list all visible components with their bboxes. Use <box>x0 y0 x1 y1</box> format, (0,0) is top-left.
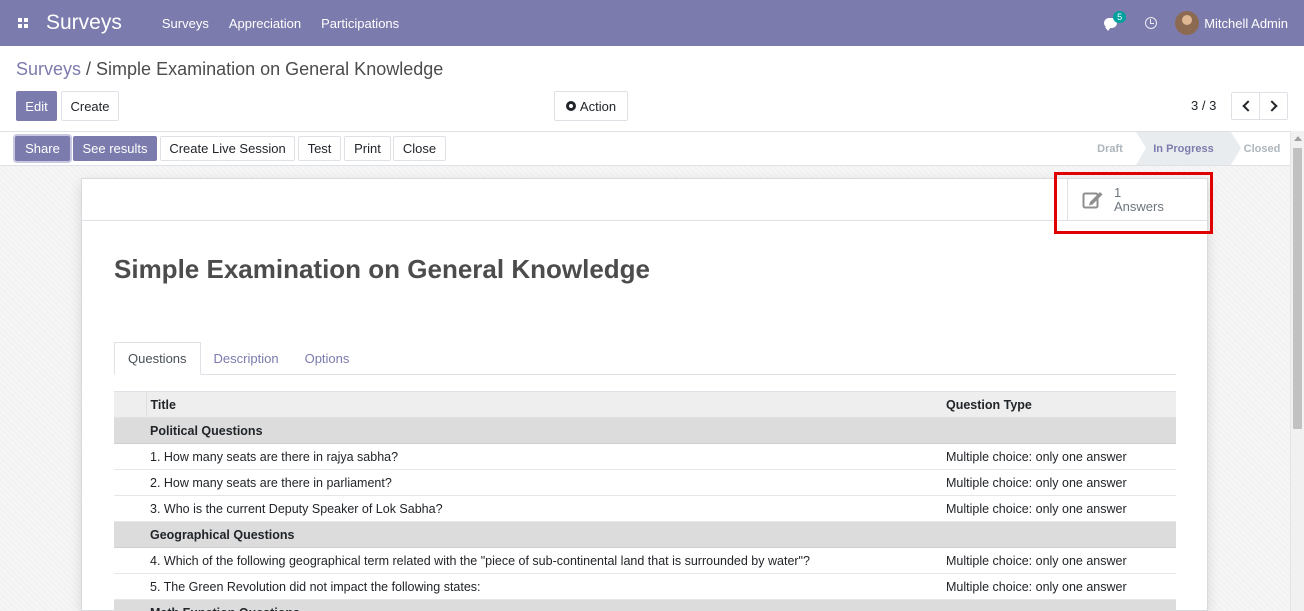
answers-stat-button[interactable]: 1 Answers <box>1067 179 1207 221</box>
see-results-button[interactable]: See results <box>73 136 157 161</box>
smart-button-box: 1 Answers <box>82 179 1207 221</box>
action-dropdown-button[interactable]: Action <box>554 91 628 121</box>
row-extra-cell <box>1166 417 1176 444</box>
row-extra-cell <box>1166 573 1176 600</box>
status-stages: Draft In Progress Closed <box>1084 132 1293 165</box>
activity-clock-icon[interactable] <box>1145 17 1158 29</box>
answers-label: Answers <box>1114 199 1164 214</box>
section-row[interactable]: Political Questions <box>114 417 1176 444</box>
row-title-cell[interactable]: Geographical Questions <box>146 521 942 548</box>
column-header-title[interactable]: Title <box>146 391 942 418</box>
app-brand[interactable]: Surveys <box>46 11 122 35</box>
row-extra-cell <box>1166 495 1176 522</box>
stage-draft[interactable]: Draft <box>1084 132 1136 165</box>
user-avatar[interactable] <box>1175 11 1200 35</box>
breadcrumb-current: Simple Examination on General Knowledge <box>96 59 444 79</box>
breadcrumb-surveys-link[interactable]: Surveys <box>16 59 81 79</box>
row-title-cell[interactable]: 5. The Green Revolution did not impact t… <box>146 573 942 600</box>
row-type-cell[interactable] <box>942 521 1166 548</box>
pager-value[interactable]: 3 / 3 <box>1191 98 1216 113</box>
form-statusbar: Share See results Create Live Session Te… <box>0 131 1304 166</box>
table-row[interactable]: 5. The Green Revolution did not impact t… <box>114 573 1176 600</box>
row-title-cell[interactable]: 1. How many seats are there in rajya sab… <box>146 443 942 470</box>
close-button[interactable]: Close <box>393 136 446 161</box>
row-title-cell[interactable]: 4. Which of the following geographical t… <box>146 547 942 574</box>
row-title-cell[interactable]: 3. Who is the current Deputy Speaker of … <box>146 495 942 522</box>
table-row[interactable]: 1. How many seats are there in rajya sab… <box>114 443 1176 470</box>
scroll-thumb[interactable] <box>1293 148 1302 429</box>
table-row[interactable]: 3. Who is the current Deputy Speaker of … <box>114 495 1176 522</box>
row-type-cell[interactable]: Multiple choice: only one answer <box>942 573 1166 600</box>
top-navbar: Surveys Surveys Appreciation Participati… <box>0 0 1304 46</box>
column-header-extra <box>1166 391 1176 418</box>
row-type-cell[interactable]: Multiple choice: only one answer <box>942 469 1166 496</box>
messaging-badge: 5 <box>1113 11 1127 23</box>
notebook-tabs: Questions Description Options <box>114 342 1176 375</box>
pager-next-button[interactable] <box>1259 92 1288 120</box>
questions-table: Title Question Type Political Questions 1… <box>114 391 1176 611</box>
tab-description[interactable]: Description <box>201 342 292 375</box>
handle-column-header <box>114 391 147 418</box>
row-extra-cell <box>1166 521 1176 548</box>
apps-menu-icon[interactable] <box>0 0 46 46</box>
row-extra-cell <box>1166 469 1176 496</box>
row-title-cell[interactable]: 2. How many seats are there in parliamen… <box>146 469 942 496</box>
edit-button[interactable]: Edit <box>16 91 57 121</box>
section-row[interactable]: Geographical Questions <box>114 521 1176 548</box>
pencil-square-icon <box>1082 192 1103 209</box>
row-type-cell[interactable] <box>942 417 1166 444</box>
menu-item-participations[interactable]: Participations <box>321 16 399 31</box>
row-type-cell[interactable] <box>942 599 1166 611</box>
questions-table-body: Political Questions 1. How many seats are… <box>114 417 1176 611</box>
answers-count: 1 <box>1114 185 1122 200</box>
create-live-session-button[interactable]: Create Live Session <box>160 136 295 161</box>
row-handle-cell <box>114 443 146 470</box>
table-row[interactable]: 4. Which of the following geographical t… <box>114 547 1176 574</box>
share-button[interactable]: Share <box>15 136 70 161</box>
create-button[interactable]: Create <box>61 91 119 121</box>
pager-previous-button[interactable] <box>1231 92 1260 120</box>
breadcrumb: Surveys / Simple Examination on General … <box>16 59 443 80</box>
test-button[interactable]: Test <box>298 136 341 161</box>
table-header-row: Title Question Type <box>114 391 1176 418</box>
row-handle-cell <box>114 573 146 600</box>
action-label: Action <box>579 98 617 114</box>
vertical-scrollbar[interactable] <box>1290 131 1304 611</box>
table-row[interactable]: 2. How many seats are there in parliamen… <box>114 469 1176 496</box>
form-sheet: 1 Answers Simple Examination on General … <box>81 178 1208 611</box>
row-handle-cell <box>114 547 146 574</box>
gear-icon <box>565 101 576 111</box>
row-handle-cell <box>114 521 146 548</box>
row-handle-cell <box>114 599 146 611</box>
stage-in-progress[interactable]: In Progress <box>1136 132 1241 165</box>
row-handle-cell <box>114 469 146 496</box>
scroll-up-arrow-icon[interactable] <box>1294 136 1302 141</box>
row-type-cell[interactable]: Multiple choice: only one answer <box>942 495 1166 522</box>
survey-title: Simple Examination on General Knowledge <box>114 254 650 284</box>
row-type-cell[interactable]: Multiple choice: only one answer <box>942 547 1166 574</box>
row-handle-cell <box>114 495 146 522</box>
row-title-cell[interactable]: Math Function Questions <box>146 599 942 611</box>
row-handle-cell <box>114 417 146 444</box>
menu-item-appreciation[interactable]: Appreciation <box>229 16 301 31</box>
user-menu[interactable]: Mitchell Admin <box>1204 16 1288 31</box>
row-extra-cell <box>1166 599 1176 611</box>
chevron-left-icon <box>1241 100 1254 112</box>
breadcrumb-separator: / <box>81 59 97 79</box>
messaging-icon[interactable]: 5 <box>1095 0 1127 46</box>
row-extra-cell <box>1166 547 1176 574</box>
tab-questions[interactable]: Questions <box>114 342 201 375</box>
column-header-question-type[interactable]: Question Type <box>942 391 1166 418</box>
tab-options[interactable]: Options <box>292 342 363 375</box>
menu-item-surveys[interactable]: Surveys <box>162 16 209 31</box>
section-row[interactable]: Math Function Questions <box>114 599 1176 611</box>
row-type-cell[interactable]: Multiple choice: only one answer <box>942 443 1166 470</box>
row-title-cell[interactable]: Political Questions <box>146 417 942 444</box>
print-button[interactable]: Print <box>344 136 391 161</box>
chevron-right-icon <box>1265 100 1278 112</box>
row-extra-cell <box>1166 443 1176 470</box>
